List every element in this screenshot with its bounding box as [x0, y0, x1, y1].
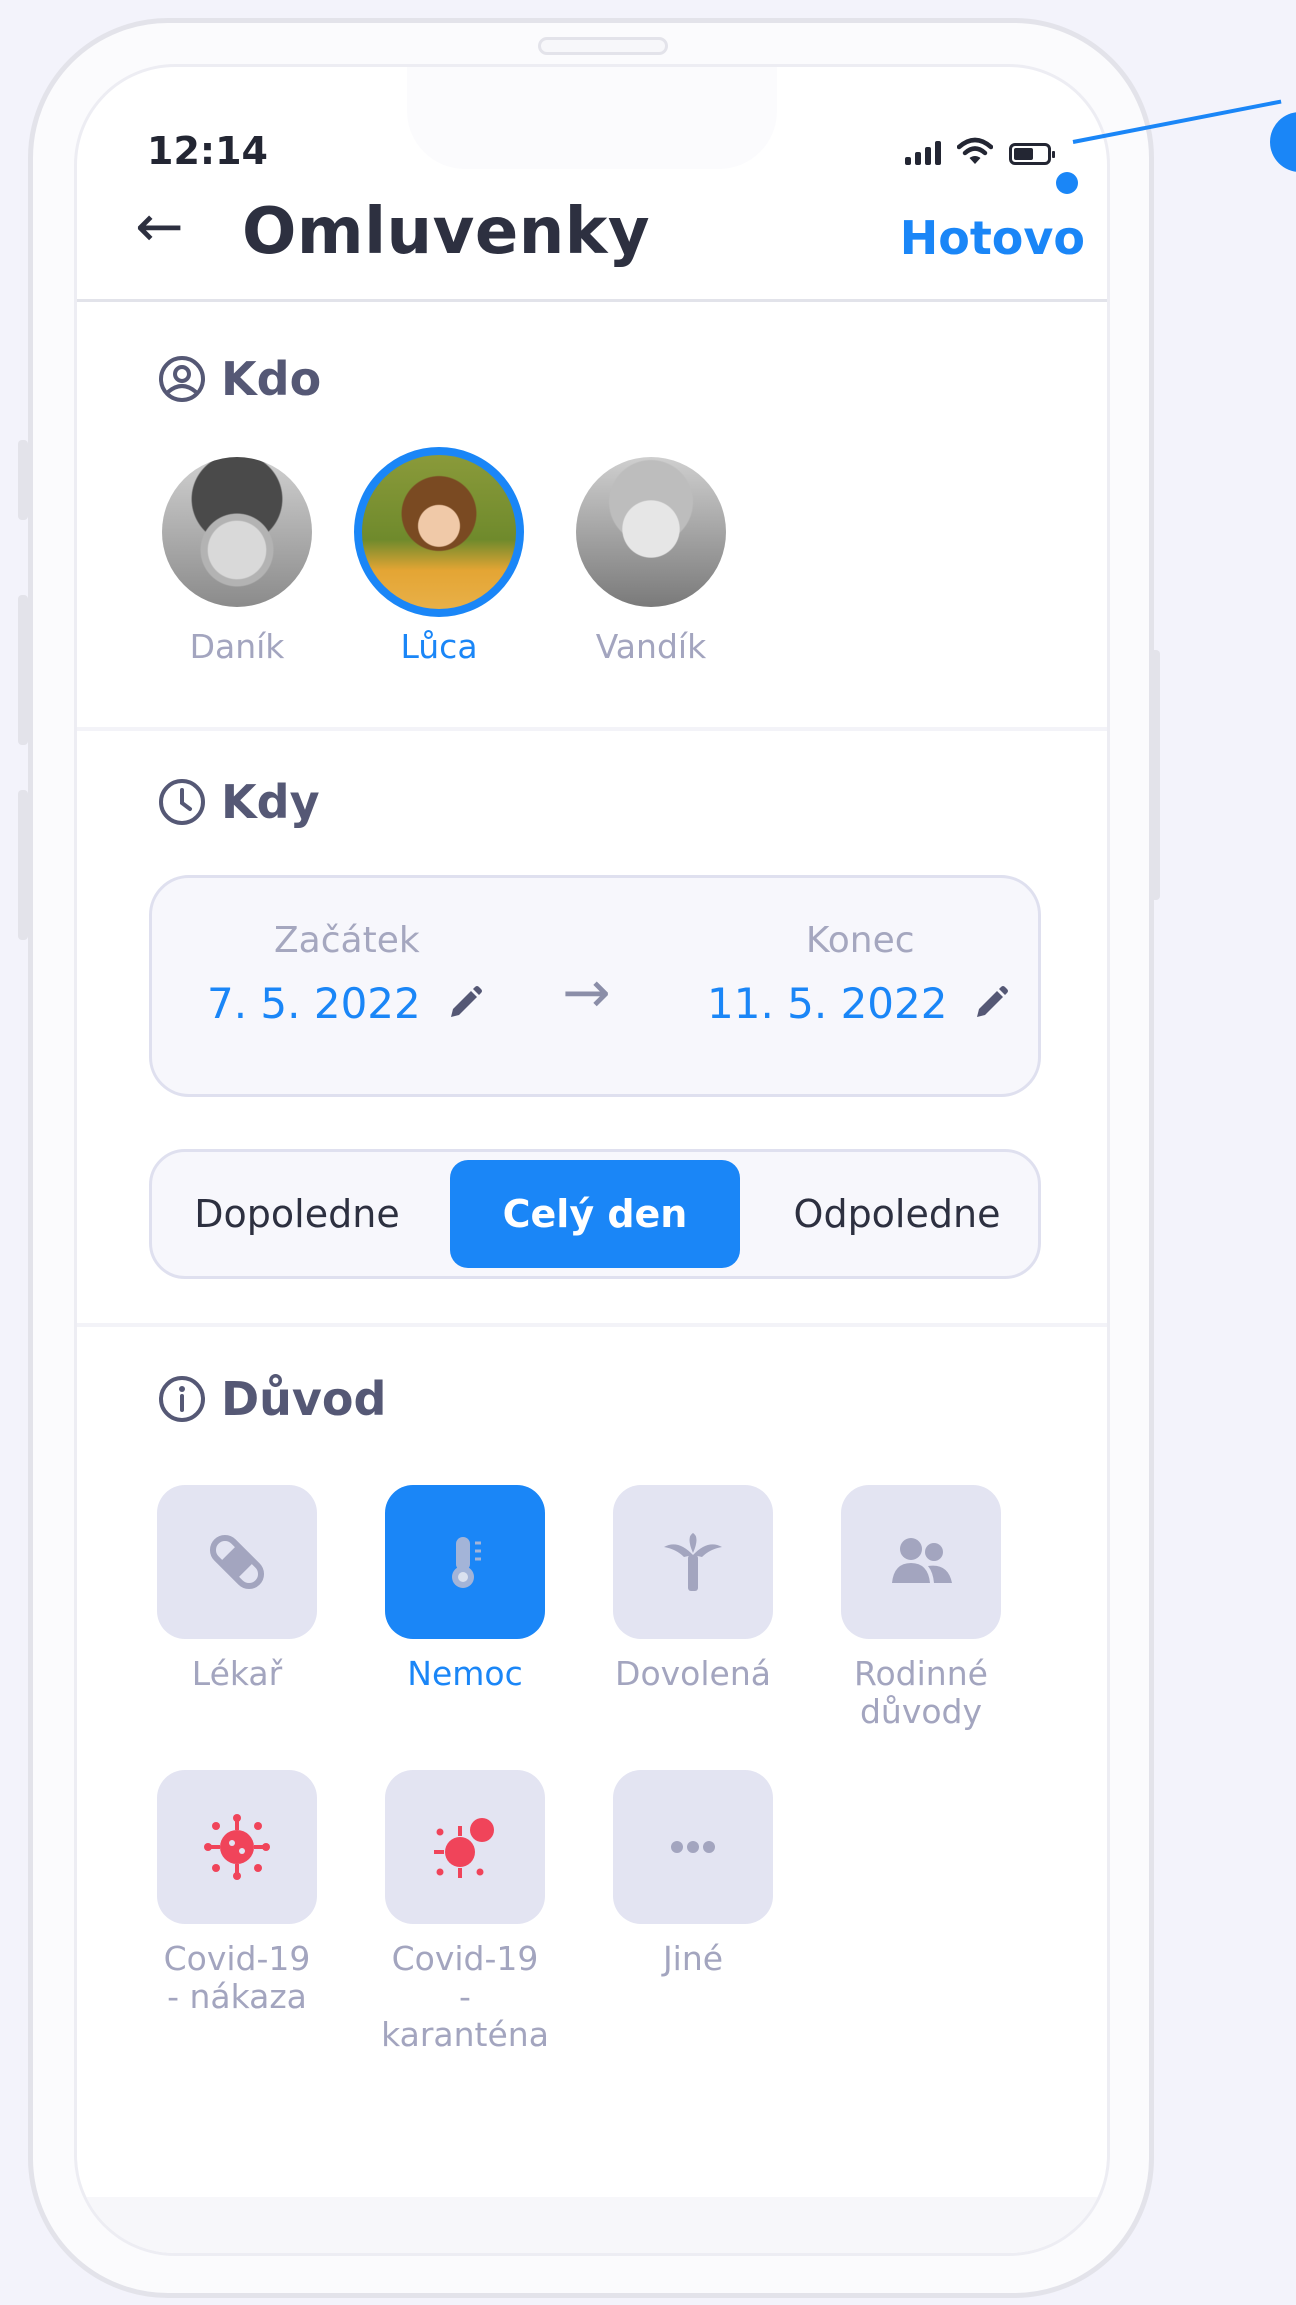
- avatar: [354, 447, 524, 617]
- volume-down-button: [18, 790, 28, 940]
- reason-illness[interactable]: Nemoc: [365, 1485, 565, 1693]
- kid-luca[interactable]: Lůca: [339, 447, 539, 666]
- info-icon: [159, 1376, 205, 1422]
- reason-label: Rodinné důvody: [854, 1654, 988, 1731]
- volume-up-button: [18, 595, 28, 745]
- section-divider: [77, 727, 1107, 731]
- annotation-dot: [1056, 172, 1078, 194]
- page-title: Omluvenky: [242, 195, 651, 269]
- reason-covid-quarantine[interactable]: Covid-19- karanténa: [365, 1770, 565, 2054]
- reason-tile: [157, 1485, 317, 1639]
- reason-label: Covid-19- nákaza: [163, 1939, 311, 2016]
- start-date-value-row: 7. 5. 2022: [207, 979, 487, 1028]
- end-date-value: 11. 5. 2022: [707, 979, 948, 1028]
- mute-switch: [18, 440, 28, 520]
- reason-tile: [613, 1485, 773, 1639]
- signal-icon: [905, 141, 941, 165]
- avatar: [576, 457, 726, 607]
- who-section-title: Kdo: [157, 352, 321, 406]
- thermometer-icon: [452, 1537, 481, 1588]
- reason-section-title: Důvod: [157, 1372, 386, 1426]
- end-date[interactable]: Konec 11. 5. 2022: [707, 920, 1013, 1028]
- end-date-label: Konec: [805, 920, 915, 961]
- user-circle-icon: [159, 356, 205, 402]
- who-title: Kdo: [221, 352, 322, 406]
- day-part-segment: Dopoledne Celý den Odpoledne: [149, 1149, 1041, 1279]
- bottom-bar: [77, 2197, 1107, 2253]
- date-range-box: Začátek 7. 5. 2022 → Konec 11. 5. 2022: [149, 875, 1041, 1097]
- section-divider: [77, 1323, 1107, 1327]
- notch: [407, 67, 777, 169]
- reason-tile: [841, 1485, 1001, 1639]
- segment-afternoon[interactable]: Odpoledne: [756, 1152, 1038, 1276]
- reason-tile: [385, 1485, 545, 1639]
- status-time: 12:14: [147, 129, 268, 173]
- start-date-value: 7. 5. 2022: [207, 979, 421, 1028]
- bandage-icon: [209, 1534, 265, 1590]
- clock-icon: [159, 779, 205, 825]
- more-icon: [671, 1841, 715, 1853]
- avatar: [162, 457, 312, 607]
- start-date[interactable]: Začátek 7. 5. 2022: [207, 920, 487, 1028]
- reason-label: Lékař: [191, 1654, 283, 1693]
- arrow-right-icon: →: [562, 958, 611, 1026]
- reason-other[interactable]: Jiné: [593, 1770, 793, 1978]
- reason-vacation[interactable]: Dovolená: [593, 1485, 793, 1693]
- reason-tile: [157, 1770, 317, 1924]
- reason-tile: [385, 1770, 545, 1924]
- kid-name: Daník: [189, 627, 285, 666]
- pencil-icon[interactable]: [967, 981, 1013, 1027]
- kids-list: Daník Lůca Vandík: [77, 447, 1107, 697]
- phone-screen: 12:14 ← Omluvenky Hotovo Kdo Daník Lůca …: [77, 67, 1107, 2253]
- virus-icon: [204, 1814, 270, 1880]
- start-date-label: Začátek: [274, 920, 420, 961]
- palm-tree-icon: [664, 1533, 722, 1591]
- reason-doctor[interactable]: Lékař: [137, 1485, 337, 1693]
- done-button[interactable]: Hotovo: [900, 211, 1085, 265]
- wifi-icon: [957, 137, 993, 164]
- reason-tile: [613, 1770, 773, 1924]
- kid-danik[interactable]: Daník: [137, 457, 337, 666]
- segment-full-day[interactable]: Celý den: [450, 1160, 740, 1268]
- reason-label: Dovolená: [615, 1654, 771, 1693]
- speaker-slot: [538, 37, 668, 55]
- end-date-value-row: 11. 5. 2022: [707, 979, 1013, 1028]
- kid-name: Lůca: [400, 627, 478, 666]
- kid-vandik[interactable]: Vandík: [551, 457, 751, 666]
- when-title: Kdy: [221, 775, 320, 829]
- header-divider: [77, 299, 1107, 302]
- reason-label: Jiné: [662, 1939, 724, 1978]
- battery-icon: [1009, 143, 1055, 165]
- status-icons: [905, 137, 1055, 165]
- phone-frame: 12:14 ← Omluvenky Hotovo Kdo Daník Lůca …: [28, 18, 1154, 2298]
- reason-covid-infection[interactable]: Covid-19- nákaza: [137, 1770, 337, 2016]
- app-header: ← Omluvenky Hotovo: [77, 187, 1107, 301]
- reason-title: Důvod: [221, 1372, 387, 1426]
- pencil-icon[interactable]: [441, 981, 487, 1027]
- reason-family[interactable]: Rodinné důvody: [821, 1485, 1021, 1731]
- family-icon: [892, 1538, 952, 1583]
- kid-name: Vandík: [595, 627, 707, 666]
- segment-morning[interactable]: Dopoledne: [162, 1152, 432, 1276]
- when-section-title: Kdy: [157, 775, 320, 829]
- back-arrow-icon[interactable]: ←: [135, 197, 184, 255]
- power-button: [1150, 650, 1160, 900]
- reason-label: Nemoc: [407, 1654, 523, 1693]
- annotation-marker: [1270, 112, 1296, 172]
- reason-label: Covid-19- karanténa: [381, 1939, 549, 2054]
- virus-quarantine-icon: [434, 1818, 494, 1878]
